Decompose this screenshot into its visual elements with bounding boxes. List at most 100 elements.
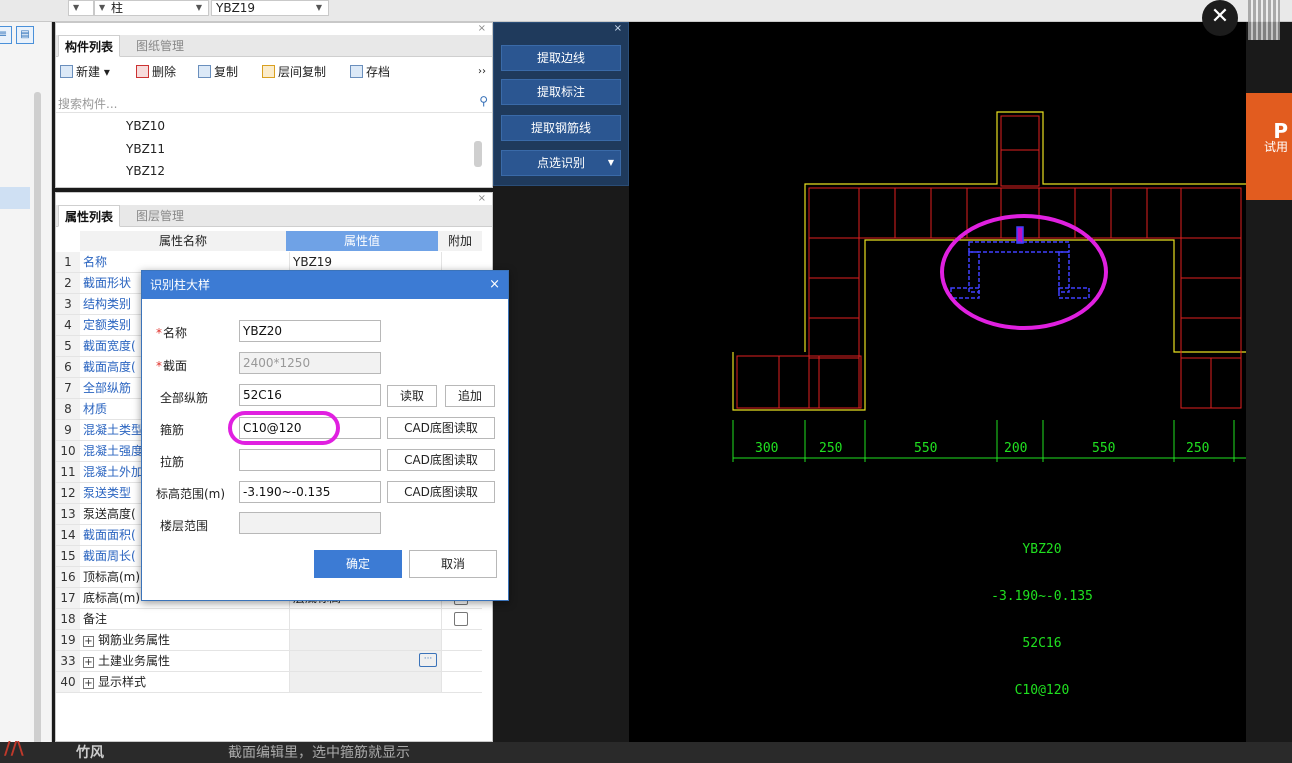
cancel-button[interactable]: 取消 xyxy=(409,550,497,578)
tie-field[interactable] xyxy=(239,449,381,471)
close-icon[interactable]: × xyxy=(614,23,622,34)
property-row[interactable]: 18 备注 xyxy=(56,609,482,630)
property-row[interactable]: 40 + 显示样式 xyxy=(56,672,482,693)
component-tabs: 构件列表 图纸管理 xyxy=(56,35,492,57)
extra-checkbox[interactable] xyxy=(454,612,468,626)
dim-label: 200 xyxy=(1004,441,1027,456)
more-tools-icon[interactable]: ›› xyxy=(478,63,486,81)
property-row[interactable]: 33 + 土建业务属性 ··· xyxy=(56,651,482,672)
floor-range-field xyxy=(239,512,381,534)
left-gutter: ≡ ▤ xyxy=(0,22,52,762)
property-value[interactable]: YBZ19 xyxy=(289,252,441,272)
new-button[interactable]: 新建 ▾ xyxy=(60,63,110,81)
stirrup-label: C10@120 xyxy=(1015,683,1070,698)
list-item[interactable]: YBZ10 xyxy=(126,119,165,133)
expand-icon[interactable]: + xyxy=(83,678,94,689)
elevation-cad-read-button[interactable]: CAD底图读取 xyxy=(387,481,495,503)
property-value[interactable] xyxy=(289,630,441,650)
click-recognize-button[interactable]: 点选识别 ▼ xyxy=(501,150,621,176)
header-extra: 附加 xyxy=(438,231,482,251)
list-item[interactable]: YBZ12 xyxy=(126,164,165,178)
delete-icon xyxy=(136,65,149,78)
component-scrollbar[interactable] xyxy=(474,141,482,167)
append-button[interactable]: 追加 xyxy=(445,385,495,407)
row-number: 9 xyxy=(56,420,80,440)
list-item[interactable]: YBZ11 xyxy=(126,142,165,156)
grid-view-icon[interactable]: ▤ xyxy=(16,26,34,44)
property-value[interactable] xyxy=(289,672,441,692)
gutter-selection[interactable] xyxy=(0,187,30,209)
close-icon[interactable]: ✕ xyxy=(1202,0,1238,36)
property-name: 全部纵筋 xyxy=(83,381,132,395)
expand-icon[interactable]: + xyxy=(83,636,94,647)
list-view-icon[interactable]: ≡ xyxy=(0,26,12,44)
property-name: + 钢筋业务属性 xyxy=(83,630,170,650)
row-number: 1 xyxy=(56,252,80,272)
property-row[interactable]: 19 + 钢筋业务属性 xyxy=(56,630,482,651)
row-number: 16 xyxy=(56,567,80,587)
name-field[interactable]: YBZ20 xyxy=(239,320,381,342)
dialog-title: 识别柱大样 xyxy=(142,271,508,299)
extract-dimension-button[interactable]: 提取标注 xyxy=(501,79,621,105)
long-bar-label: 52C16 xyxy=(1022,636,1061,651)
long-bar-field[interactable]: 52C16 xyxy=(239,384,381,406)
archive-button[interactable]: 存档 xyxy=(350,63,390,81)
chevron-down-icon: ▾ xyxy=(103,65,110,79)
tie-cad-read-button[interactable]: CAD底图读取 xyxy=(387,449,495,471)
close-icon[interactable]: × xyxy=(489,271,500,299)
column-outline-top xyxy=(804,111,1246,352)
floor-copy-icon xyxy=(262,65,275,78)
read-button[interactable]: 读取 xyxy=(387,385,437,407)
level-dropdown[interactable]: ▼ xyxy=(68,0,94,16)
row-number: 19 xyxy=(56,630,80,650)
component-toolbar: 新建 ▾ 删除 复制 层间复制 存档 ›› xyxy=(56,59,492,85)
element-type-dropdown[interactable]: ▼ 柱 ▼ xyxy=(94,0,209,16)
component-search[interactable]: 搜索构件... ⚲ xyxy=(56,93,492,113)
gutter-scrollbar[interactable] xyxy=(34,92,41,762)
property-value[interactable]: ··· xyxy=(289,651,441,671)
chevron-down-icon: ▼ xyxy=(73,3,80,12)
bottom-strip: //\ 竹风 截面编辑里，选中箍筋就显示 xyxy=(0,738,1292,763)
tab-component-list[interactable]: 构件列表 xyxy=(58,35,121,57)
copy-button[interactable]: 复制 xyxy=(198,63,238,81)
dim-label: 250 xyxy=(819,441,842,456)
extract-rebar-line-button[interactable]: 提取钢筋线 xyxy=(501,115,621,141)
floor-copy-button[interactable]: 层间复制 xyxy=(262,63,326,81)
cad-canvas[interactable]: 300 250 550 200 550 250 YBZ20 -3.190~-0.… xyxy=(629,22,1246,742)
more-options-icon[interactable]: ··· xyxy=(419,653,437,667)
ok-button[interactable]: 确定 xyxy=(314,550,402,578)
promo-banner[interactable]: P 试用 xyxy=(1246,93,1292,200)
property-name: 截面宽度( xyxy=(83,339,136,353)
long-bar-label: 全部纵筋 xyxy=(160,391,209,405)
tab-property-list[interactable]: 属性列表 xyxy=(58,205,121,227)
property-name: 名称 xyxy=(83,255,108,269)
search-icon[interactable]: ⚲ xyxy=(479,94,488,108)
row-number: 10 xyxy=(56,441,80,461)
elevation-field[interactable]: -3.190~-0.135 xyxy=(239,481,381,503)
tab-drawing-manage[interactable]: 图纸管理 xyxy=(130,35,190,57)
recognize-column-detail-dialog: 识别柱大样 × *名称 YBZ20 *截面 2400*1250 全部纵筋 52C… xyxy=(141,270,509,601)
cad-drawing: 300 250 550 200 550 250 YBZ20 -3.190~-0.… xyxy=(732,111,1246,698)
section-field: 2400*1250 xyxy=(239,352,381,374)
top-toolbar: ▼ ▼ 柱 ▼ YBZ19 ▼ xyxy=(0,0,1292,22)
component-value: YBZ19 xyxy=(216,1,256,15)
property-value[interactable] xyxy=(289,609,441,629)
delete-button[interactable]: 删除 xyxy=(136,63,176,81)
property-name: 泵送类型 xyxy=(83,486,132,500)
expand-icon[interactable]: + xyxy=(83,657,94,668)
row-number: 4 xyxy=(56,315,80,335)
component-dropdown[interactable]: YBZ19 ▼ xyxy=(211,0,329,16)
logo-text: 竹风 xyxy=(76,745,104,761)
row-number: 6 xyxy=(56,357,80,377)
row-number: 11 xyxy=(56,462,80,482)
search-input[interactable]: 搜索构件... xyxy=(58,95,117,112)
tab-layer-manage[interactable]: 图层管理 xyxy=(130,205,190,227)
close-icon[interactable]: × xyxy=(478,23,486,34)
property-tabs: 属性列表 图层管理 xyxy=(56,205,492,227)
stirrup-cad-read-button[interactable]: CAD底图读取 xyxy=(387,417,495,439)
header-prop-name: 属性名称 xyxy=(80,231,286,251)
row-number: 17 xyxy=(56,588,80,608)
close-icon[interactable]: × xyxy=(478,193,486,204)
extract-edge-button[interactable]: 提取边线 xyxy=(501,45,621,71)
property-name: 结构类别 xyxy=(83,297,132,311)
